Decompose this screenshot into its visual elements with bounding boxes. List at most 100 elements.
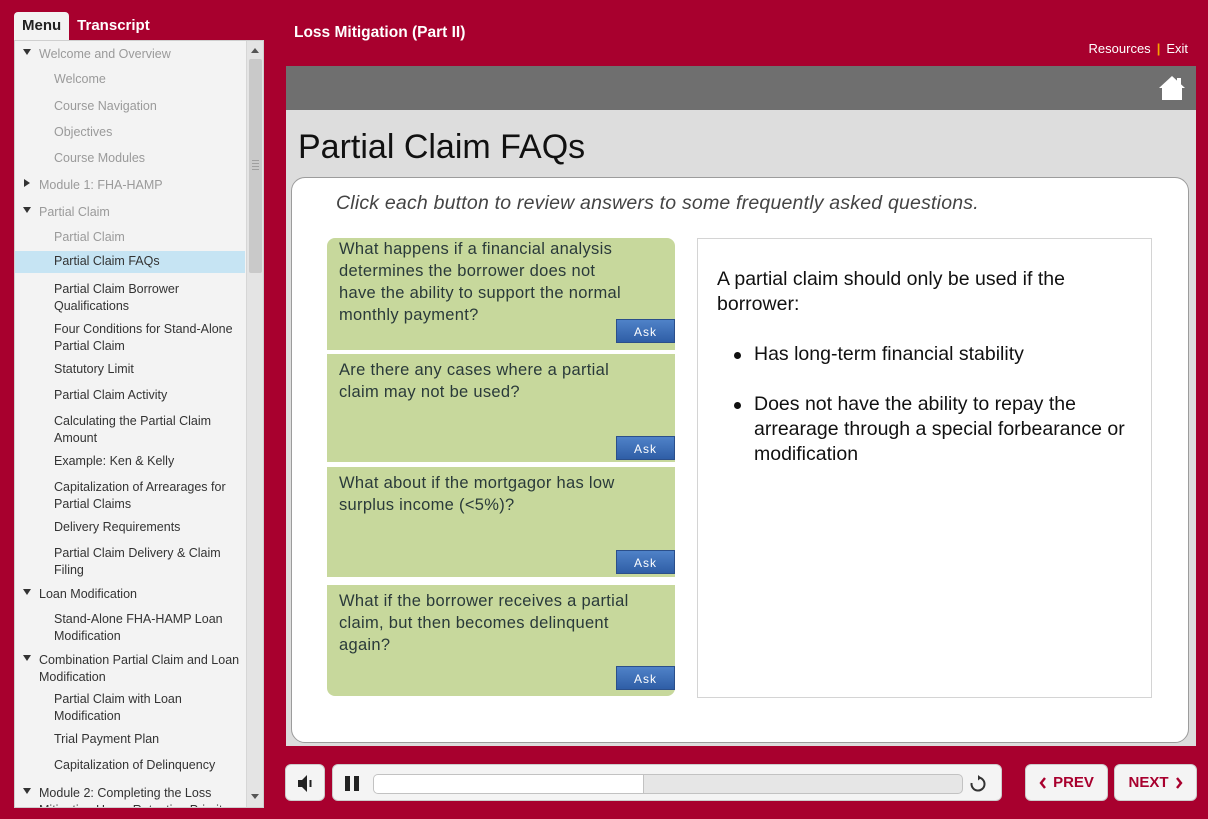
menu-item-label: Partial Claim	[39, 205, 110, 219]
menu-item-label: Partial Claim Delivery & Claim Filing	[54, 546, 221, 577]
page-title: Partial Claim FAQs	[298, 128, 586, 166]
instruction-text: Click each button to review answers to s…	[336, 192, 979, 214]
menu-item-label: Capitalization of Delinquency	[54, 758, 216, 772]
chevron-left-icon	[1039, 776, 1046, 789]
menu-item[interactable]: Partial Claim Borrower Qualifications	[15, 279, 245, 317]
menu-section[interactable]: Module 2: Completing the Loss Mitigation…	[15, 783, 245, 807]
menu-item[interactable]: Statutory Limit	[15, 359, 245, 381]
faq-question: What about if the mortgagor has low surp…	[339, 474, 615, 514]
volume-icon	[298, 775, 312, 792]
main-content: Partial Claim FAQs Click each button to …	[286, 66, 1196, 746]
ask-button[interactable]: Ask	[616, 319, 675, 343]
faq-item: What happens if a financial analysis det…	[327, 238, 675, 350]
menu-item-label: Partial Claim Activity	[54, 388, 168, 402]
menu-item-label: Statutory Limit	[54, 362, 134, 376]
progress-track[interactable]	[373, 774, 963, 794]
faq-question: Are there any cases where a partial clai…	[339, 361, 610, 401]
scroll-up-icon[interactable]	[251, 48, 259, 53]
course-title: Loss Mitigation (Part II)	[294, 24, 466, 41]
menu-item[interactable]: Welcome	[15, 69, 245, 91]
ask-button[interactable]: Ask	[616, 666, 675, 690]
resources-link[interactable]: Resources	[1089, 41, 1151, 56]
menu-item-label: Capitalization of Arrearages for Partial…	[54, 480, 226, 511]
menu-item[interactable]: Course Navigation	[15, 96, 245, 118]
exit-link[interactable]: Exit	[1166, 41, 1188, 56]
menu-item-label: Stand-Alone FHA-HAMP Loan Modification	[54, 612, 223, 643]
menu-item-label: Example: Ken & Kelly	[54, 454, 175, 468]
menu-item-label: Combination Partial Claim and Loan Modif…	[39, 653, 240, 684]
menu-item[interactable]: Partial Claim	[15, 227, 245, 249]
home-icon[interactable]	[1158, 74, 1186, 102]
scroll-down-icon[interactable]	[251, 794, 259, 799]
menu-item[interactable]: Delivery Requirements	[15, 517, 245, 539]
menu-item[interactable]: Calculating the Partial Claim Amount	[15, 411, 245, 449]
menu-scrollbar[interactable]	[246, 41, 263, 807]
menu-item-label: Partial Claim FAQs	[54, 254, 160, 268]
tab-transcript[interactable]: Transcript	[69, 12, 158, 42]
menu-item-label: Partial Claim	[54, 230, 125, 244]
menu-item[interactable]: Capitalization of Arrearages for Partial…	[15, 477, 245, 515]
menu-item-label: Course Modules	[54, 151, 146, 165]
expand-down-icon[interactable]	[23, 655, 31, 661]
menu-item[interactable]: Objectives	[15, 122, 245, 144]
menu-item-label: Module 2: Completing the Loss Mitigation…	[39, 786, 229, 807]
menu-item-label: Module 1: FHA-HAMP	[39, 178, 163, 192]
sidebar-tabs: Menu Transcript	[14, 12, 158, 42]
menu-item[interactable]: Course Modules	[15, 148, 245, 170]
answer-bullet: Does not have the ability to repay the a…	[734, 392, 1134, 467]
menu-item[interactable]: Stand-Alone FHA-HAMP Loan Modification	[15, 609, 245, 647]
expand-down-icon[interactable]	[23, 49, 31, 55]
menu-item[interactable]: Four Conditions for Stand-Alone Partial …	[15, 319, 245, 357]
menu-item-label: Welcome and Overview	[39, 47, 171, 61]
next-button[interactable]: NEXT	[1114, 764, 1197, 801]
ask-button[interactable]: Ask	[616, 436, 675, 460]
menu-item[interactable]: Partial Claim Activity	[15, 385, 245, 407]
scroll-thumb[interactable]	[249, 59, 262, 273]
menu-section[interactable]: Partial Claim	[15, 202, 245, 224]
tab-menu[interactable]: Menu	[14, 12, 70, 42]
menu-item-label: Four Conditions for Stand-Alone Partial …	[54, 322, 233, 353]
pause-icon[interactable]	[345, 776, 359, 791]
ask-button[interactable]: Ask	[616, 550, 675, 574]
menu-section[interactable]: Loan Modification	[15, 584, 245, 606]
menu-list: Welcome and Overview Welcome Course Naviga…	[15, 41, 247, 807]
menu-item-label: Calculating the Partial Claim Amount	[54, 414, 212, 445]
answer-intro: A partial claim should only be used if t…	[717, 268, 1065, 315]
menu-item[interactable]: Partial Claim FAQs	[15, 251, 245, 273]
answer-panel: A partial claim should only be used if t…	[697, 238, 1152, 698]
menu-item[interactable]: Capitalization of Delinquency	[15, 755, 245, 777]
menu-section[interactable]: Module 1: FHA-HAMP	[15, 175, 245, 197]
faq-item: What about if the mortgagor has low surp…	[327, 467, 675, 577]
menu-item-label: Welcome	[54, 72, 106, 86]
menu-section[interactable]: Combination Partial Claim and Loan Modif…	[15, 650, 245, 688]
volume-button[interactable]	[285, 764, 325, 801]
expand-right-icon[interactable]	[24, 179, 30, 187]
menu-item-label: Objectives	[54, 125, 113, 139]
sidebar-menu: Welcome and Overview Welcome Course Naviga…	[14, 40, 264, 808]
faq-question: What happens if a financial analysis det…	[339, 240, 621, 324]
link-separator: |	[1156, 41, 1161, 56]
menu-item[interactable]: Example: Ken & Kelly	[15, 451, 245, 473]
app-frame: Menu Transcript Welcome and Overview Welc…	[0, 0, 1208, 819]
faq-item: What if the borrower receives a partial …	[327, 585, 675, 696]
replay-icon[interactable]	[969, 775, 987, 793]
media-player	[332, 764, 1002, 801]
menu-item-label: Course Navigation	[54, 99, 157, 113]
menu-item[interactable]: Partial Claim Delivery & Claim Filing	[15, 543, 245, 581]
expand-down-icon[interactable]	[23, 589, 31, 595]
expand-down-icon[interactable]	[23, 788, 31, 794]
faq-item: Are there any cases where a partial clai…	[327, 354, 675, 462]
expand-down-icon[interactable]	[23, 207, 31, 213]
menu-item[interactable]: Trial Payment Plan	[15, 729, 245, 751]
progress-fill	[374, 775, 645, 793]
menu-item-label: Trial Payment Plan	[54, 732, 160, 746]
top-links: Resources | Exit	[1089, 41, 1188, 56]
prev-button[interactable]: PREV	[1025, 764, 1108, 801]
menu-section[interactable]: Welcome and Overview	[15, 44, 245, 66]
menu-item-label: Partial Claim with Loan Modification	[54, 692, 182, 723]
menu-item-label: Loan Modification	[39, 587, 137, 601]
prev-label: PREV	[1053, 774, 1094, 791]
chevron-right-icon	[1175, 776, 1183, 789]
menu-item[interactable]: Partial Claim with Loan Modification	[15, 689, 245, 727]
faq-card: Click each button to review answers to s…	[291, 177, 1189, 743]
